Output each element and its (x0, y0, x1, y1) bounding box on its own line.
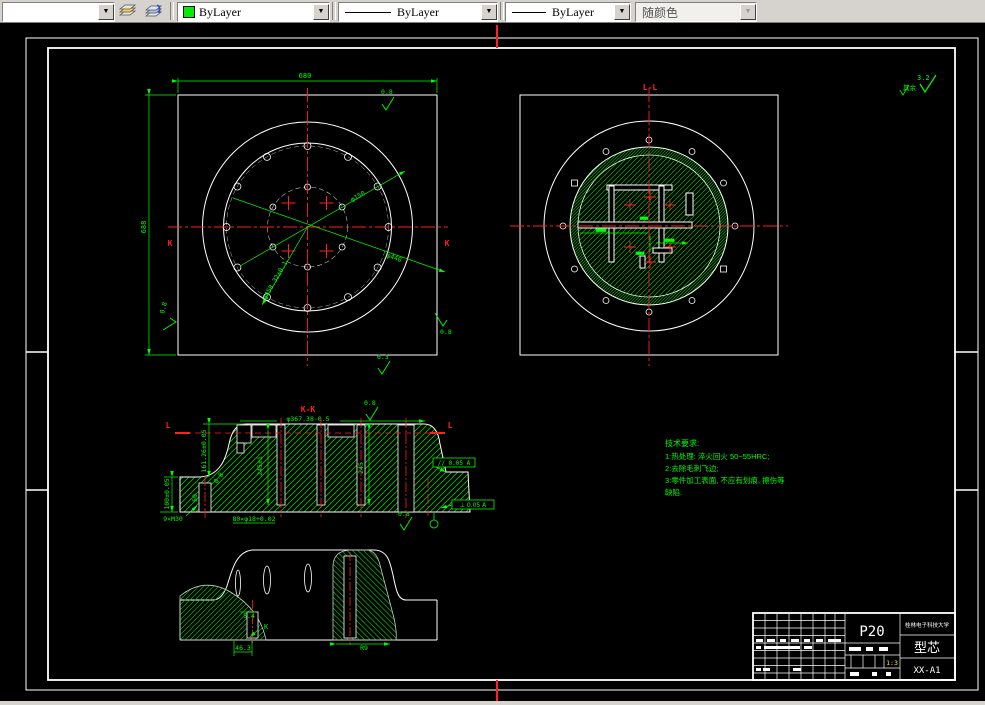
plan-dia458-dim: φ458.32±0.1 (261, 260, 289, 301)
linetype-control-value: ByLayer (397, 4, 439, 19)
detail-dim-46: 46.3 (235, 644, 251, 652)
tech-notes: 技术要求: 1:热处理: 淬火回火 50~55HRC; 2:去除毛刺飞边; 3:… (665, 438, 785, 497)
general-finish-note: 其余 3.2 (899, 74, 937, 96)
linetype-dropdown-arrow-icon[interactable]: ▼ (481, 4, 497, 20)
detail-rib-section (332, 549, 397, 641)
plan-finish4: 6.3 (377, 353, 389, 361)
plan-dia150-dim: φ150 (349, 189, 367, 204)
titleblock-material: P20 (859, 624, 884, 640)
plan-width-dim: 680 (299, 72, 312, 80)
titleblock-drawing-no: XX-A1 (913, 666, 940, 676)
kk-dim-161: 161.26±0.05 (200, 429, 208, 472)
kk-finish-top: 0.8 (364, 399, 376, 407)
titleblock-grid-text-marks (756, 639, 891, 676)
detail-dim-r9: R9 (360, 644, 368, 652)
layer-control-combo[interactable]: ▼ (2, 2, 115, 22)
toolbar-separator (332, 2, 336, 20)
model-space-canvas[interactable]: 其余 3.2 K K 680 688 φ150 φ440 φ458.32±0.1… (0, 22, 985, 701)
kk-dim-boss: 50 (191, 494, 199, 502)
detail-holes (235, 563, 312, 597)
ll-centerlines (510, 88, 788, 366)
cutting-plane-label-left: L (166, 421, 171, 430)
title-block: P20 桂林电子科技大学 型芯 XX-A1 1:3 (752, 612, 956, 681)
notes-title: 技术要求: (665, 438, 699, 448)
linetype-sample-icon (345, 11, 391, 13)
linetype-control-combo[interactable]: ByLayer ▼ (338, 2, 498, 22)
status-strip (0, 701, 985, 705)
plan-height-dim: 688 (140, 221, 148, 234)
notes-line-4: 缺陷. (665, 487, 682, 497)
kk-finish-bottom: 0.8 (398, 510, 410, 518)
color-control-value: ByLayer (199, 4, 241, 19)
plan-dimension-lines (145, 78, 446, 356)
section-kk-view[interactable]: K-K φ367.38-0.5 L L 100±0.05 161.26±0.05… (160, 399, 495, 531)
detail-view[interactable]: 46.3 5.4 K R9 (179, 549, 438, 656)
lineweight-control-combo[interactable]: ByLayer ▼ (505, 2, 631, 22)
drawing-frame (25, 25, 979, 701)
section-ll-title: L-L (643, 83, 658, 92)
notes-line-3: 3:零件加工表面, 不应有划痕, 擦伤等 (665, 475, 785, 485)
plan-finish3: 0.8 (440, 328, 452, 336)
section-kk-title: K-K (301, 405, 316, 414)
titleblock-part-name: 型芯 (914, 640, 940, 655)
make-object-layer-current-icon[interactable] (142, 1, 166, 21)
kk-dim-100: 100±0.05 (163, 478, 171, 509)
kk-dim-245b: 245 (357, 462, 365, 474)
lineweight-control-value: ByLayer (552, 4, 594, 19)
notes-line-2: 2:去除毛刺飞边; (665, 463, 718, 473)
lineweight-dropdown-arrow-icon[interactable]: ▼ (614, 4, 630, 20)
kk-dim-holes: 80×φ18+0.02 (232, 515, 275, 523)
titleblock-scale: 1:3 (886, 659, 898, 667)
kk-tol-parallel: // 0.05 A (438, 460, 471, 467)
section-arrow-label-left: K (168, 239, 173, 248)
section-arrow-label-right: K (445, 239, 450, 248)
kk-tol-perp: ⊥ 0.05 A (460, 502, 487, 509)
titleblock-company: 桂林电子科技大学 (905, 621, 950, 629)
color-dropdown-arrow-icon[interactable]: ▼ (313, 4, 329, 20)
kk-dim-thread: 9×M30 (163, 515, 183, 523)
layer-dropdown-arrow-icon[interactable]: ▼ (98, 4, 114, 20)
cad-application-window: ▼ ByLayer ▼ ByLayer ▼ ByLayer ▼ 随颜色 ▼ 其余… (0, 0, 985, 705)
detail-label-k: K (264, 623, 269, 631)
color-control-combo[interactable]: ByLayer ▼ (177, 2, 330, 22)
plotstyle-dropdown-arrow-icon: ▼ (740, 4, 756, 20)
section-ll-view[interactable]: L-L (510, 83, 788, 366)
detail-dim-54: 5.4 (243, 612, 255, 620)
plotstyle-control-value: 随颜色 (642, 5, 679, 20)
kk-dim-245a: 245±1 (256, 456, 264, 476)
notes-line-1: 1:热处理: 淬火回火 50~55HRC; (665, 451, 769, 461)
kk-diameter-dim: φ367.38-0.5 (286, 415, 329, 423)
finish-prefix-label: 其余 (903, 83, 917, 92)
cutting-plane-label-right: L (448, 421, 453, 430)
lineweight-sample-icon (512, 11, 546, 13)
plan-view[interactable]: K K 680 688 φ150 φ440 φ458.32±0.1 0.8 0.… (140, 72, 452, 375)
object-properties-toolbar: ▼ ByLayer ▼ ByLayer ▼ ByLayer ▼ 随颜色 ▼ (0, 0, 985, 23)
plan-dia440-dim: φ440 (385, 251, 402, 264)
toolbar-separator (500, 2, 504, 20)
plan-finish1: 0.8 (381, 88, 393, 96)
plan-finish2: 0.8 (158, 301, 169, 314)
finish-value-label: 3.2 (917, 74, 930, 82)
current-color-swatch (183, 6, 195, 18)
plotstyle-control-combo: 随颜色 ▼ (635, 2, 757, 22)
toolbar-separator (170, 2, 174, 20)
layer-manager-icon[interactable] (116, 1, 140, 21)
